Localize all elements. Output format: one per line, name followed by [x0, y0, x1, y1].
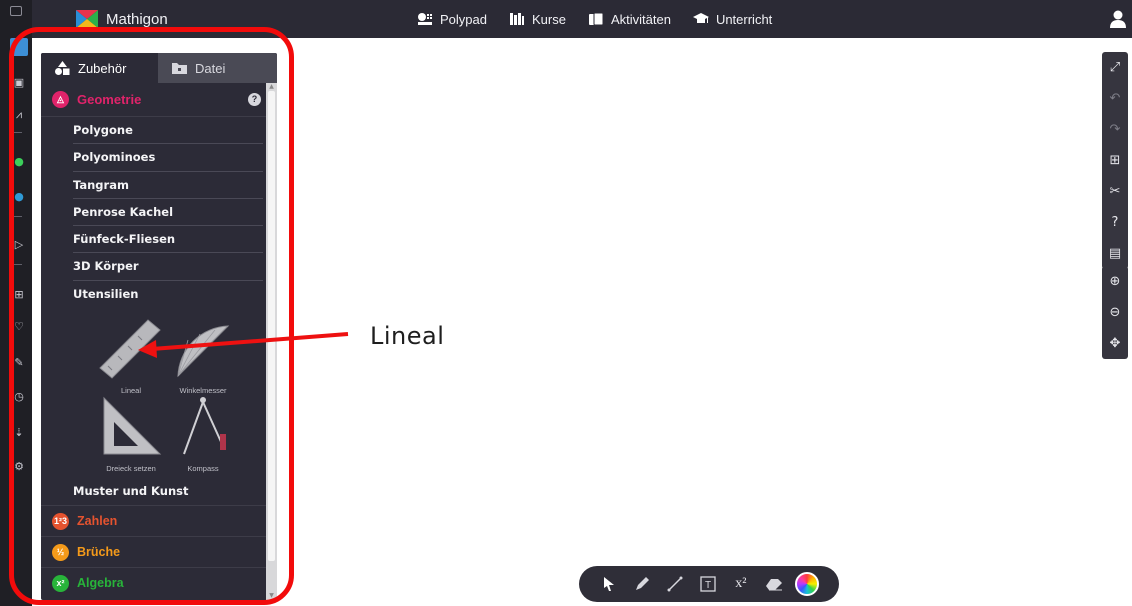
export-icon[interactable]: ▤: [1102, 238, 1128, 269]
list-item-polygone[interactable]: Polygone: [73, 117, 263, 145]
nav-polypad-label: Polypad: [440, 11, 487, 27]
category-zahlen[interactable]: 1²3 Zahlen: [41, 505, 277, 536]
tool-dreieck-label: Dreieck setzen: [106, 464, 156, 474]
nav-aktivitaeten-label: Aktivitäten: [610, 11, 671, 27]
divider: [12, 132, 22, 133]
app-logo[interactable]: Mathigon: [76, 6, 168, 32]
right-toolbar: ⤢ ↶ ↷ ⊞ ✂ ? ▤: [1102, 52, 1128, 269]
color-wheel-icon[interactable]: [795, 572, 820, 596]
tab-zubehoer[interactable]: Zubehör: [41, 53, 158, 83]
whatsapp-icon[interactable]: ●: [12, 155, 26, 169]
algebra-icon: x²: [52, 574, 69, 592]
list-item-muster-und-kunst[interactable]: Muster und Kunst: [73, 478, 263, 505]
active-app-icon[interactable]: [10, 38, 28, 56]
geometry-item-list: Polygone Polyominoes Tangram Penrose Kac…: [41, 117, 277, 308]
graduation-cap-icon: [692, 13, 709, 23]
math-x-squared-button[interactable]: x²: [730, 573, 752, 595]
calendar-icon[interactable]: ▣: [12, 76, 26, 90]
grid-icon[interactable]: ⊞: [1102, 145, 1128, 176]
list-item-3d-koerper[interactable]: 3D Körper: [73, 253, 263, 281]
play-icon[interactable]: ▷: [12, 238, 26, 252]
heart-icon[interactable]: ♡: [12, 320, 26, 334]
settings-icon[interactable]: ⚙: [12, 460, 26, 474]
tool-kompass[interactable]: Kompass: [163, 394, 243, 473]
brueche-icon: ½: [52, 543, 69, 561]
line-icon[interactable]: [664, 573, 686, 595]
pen-icon[interactable]: [631, 573, 653, 595]
cards-icon: [588, 12, 604, 26]
geometry-icon: ◬: [52, 91, 69, 108]
scroll-down-icon[interactable]: ▼: [268, 592, 275, 600]
zoom-toolbar: ⊕ ⊖ ✥: [1102, 266, 1128, 359]
app-name: Mathigon: [106, 10, 168, 28]
nav-kurse-label: Kurse: [531, 11, 566, 27]
category-algebra[interactable]: x² Algebra: [41, 567, 277, 598]
category-brueche[interactable]: ½ Brüche: [41, 536, 277, 567]
nav-kurse[interactable]: Kurse: [509, 12, 566, 27]
list-item-fuenfeck-fliesen[interactable]: Fünfeck-Fliesen: [73, 226, 263, 254]
list-item-polyominoes[interactable]: Polyominoes: [73, 144, 263, 172]
main-nav: Polypad Kurse Aktivitäten Unterricht: [417, 0, 772, 38]
list-item-tangram[interactable]: Tangram: [73, 172, 263, 199]
shapes-icon: [55, 61, 70, 75]
text-icon[interactable]: T: [697, 573, 719, 595]
annotation-arrow: [138, 332, 349, 358]
pin-icon[interactable]: ✎: [12, 356, 26, 370]
fullscreen-icon[interactable]: ⤢: [1102, 52, 1128, 83]
folder-icon: [172, 63, 187, 74]
mathigon-logo-icon: [76, 10, 98, 28]
clock-icon[interactable]: ◷: [12, 390, 26, 404]
top-navigation-bar: Mathigon Polypad Kurse Aktivitäten Unter…: [32, 0, 1132, 38]
zahlen-icon: 1²3: [52, 512, 69, 530]
tab-datei-label: Datei: [195, 60, 226, 76]
pan-icon[interactable]: ✥: [1102, 328, 1128, 359]
section-geometrie-label: Geometrie: [77, 92, 142, 107]
annotation-label: Lineal: [370, 322, 445, 350]
list-item-utensilien[interactable]: Utensilien: [73, 281, 263, 308]
compass-icon: [183, 397, 226, 455]
tool-kompass-label: Kompass: [187, 464, 219, 474]
tools-icon[interactable]: ✂: [1102, 176, 1128, 207]
help-icon[interactable]: ?: [1102, 207, 1128, 238]
scroll-up-icon[interactable]: ▲: [268, 83, 275, 91]
nav-unterricht[interactable]: Unterricht: [692, 11, 773, 27]
set-square-icon: [103, 396, 162, 455]
svg-text:T: T: [705, 580, 711, 591]
polypad-icon: [418, 13, 432, 25]
bottom-toolbar: T x²: [579, 566, 839, 602]
window-icon[interactable]: [10, 6, 22, 16]
tab-datei[interactable]: Datei: [158, 53, 277, 83]
nav-aktivitaeten[interactable]: Aktivitäten: [588, 12, 671, 27]
nav-polypad[interactable]: Polypad: [417, 12, 487, 27]
tool-dreieck-setzen[interactable]: Dreieck setzen: [91, 394, 171, 473]
category-algebra-label: Algebra: [77, 576, 124, 591]
panel-tabs: Zubehör Datei: [41, 53, 277, 83]
help-icon[interactable]: ?: [248, 93, 261, 106]
muster-list: Muster und Kunst: [41, 478, 277, 505]
user-icon[interactable]: [1110, 10, 1126, 28]
tab-zubehoer-label: Zubehör: [78, 60, 127, 76]
download-icon[interactable]: ⇣: [12, 426, 26, 440]
telegram-icon[interactable]: ●: [12, 190, 26, 204]
category-brueche-label: Brüche: [77, 545, 121, 560]
app-side-strip: ▣ ⩘ ● ● ▷ ⊞ ♡ ✎ ◷ ⇣ ⚙: [0, 0, 32, 606]
category-zahlen-label: Zahlen: [77, 514, 118, 529]
section-geometrie[interactable]: ◬ Geometrie ?: [41, 83, 277, 117]
select-icon[interactable]: [598, 573, 620, 595]
divider: [12, 264, 22, 265]
books-icon: [509, 13, 524, 25]
apps-icon[interactable]: ⊞: [12, 288, 26, 302]
zoom-in-icon[interactable]: ⊕: [1102, 266, 1128, 297]
nav-unterricht-label: Unterricht: [715, 11, 773, 27]
zoom-out-icon[interactable]: ⊖: [1102, 297, 1128, 328]
undo-icon[interactable]: ↶: [1102, 83, 1128, 114]
eraser-icon[interactable]: [763, 573, 785, 595]
redo-icon[interactable]: ↷: [1102, 114, 1128, 145]
list-item-penrose-kachel[interactable]: Penrose Kachel: [73, 199, 263, 227]
divider: [12, 216, 22, 217]
chart-icon[interactable]: ⩘: [12, 108, 26, 122]
